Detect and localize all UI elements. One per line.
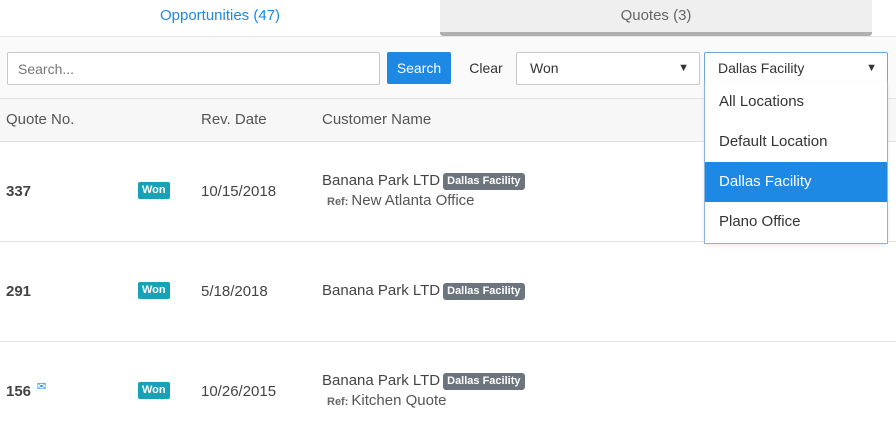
status-badge: Won xyxy=(138,182,170,199)
location-badge: Dallas Facility xyxy=(443,173,525,190)
customer-name: Banana Park LTD Dallas Facility xyxy=(322,372,525,390)
customer-link[interactable]: Banana Park LTD xyxy=(322,282,440,299)
tab-bar: Opportunities (47) Quotes (3) xyxy=(0,0,896,36)
customer-name: Banana Park LTD Dallas Facility xyxy=(322,282,525,300)
ref-value: Kitchen Quote xyxy=(351,392,447,409)
ref-label: Ref: xyxy=(327,196,349,208)
ref-value: New Atlanta Office xyxy=(351,192,475,209)
location-select[interactable]: Dallas Facility ▼ xyxy=(704,52,888,85)
location-badge: Dallas Facility xyxy=(443,373,525,390)
location-option-all[interactable]: All Locations xyxy=(705,82,887,122)
caret-down-icon: ▼ xyxy=(866,62,877,74)
reference: Ref: Kitchen Quote xyxy=(327,392,446,409)
tab-quotes[interactable]: Quotes (3) xyxy=(440,0,872,36)
ref-label: Ref: xyxy=(327,396,349,408)
customer-link[interactable]: Banana Park LTD xyxy=(322,172,440,189)
status-badge: Won xyxy=(138,282,170,299)
table-row[interactable]: 156 ✉ Won 10/26/2015 Banana Park LTD Dall… xyxy=(0,342,896,428)
rev-date: 5/18/2018 xyxy=(201,283,268,300)
quote-number[interactable]: 337 xyxy=(6,183,31,200)
table-row[interactable]: 291 Won 5/18/2018 Banana Park LTD Dallas … xyxy=(0,242,896,342)
column-customer-name[interactable]: Customer Name xyxy=(322,99,431,141)
tab-opportunities[interactable]: Opportunities (47) xyxy=(0,0,440,36)
search-input[interactable] xyxy=(7,52,380,85)
rev-date: 10/15/2018 xyxy=(201,183,277,200)
status-select-value: Won xyxy=(530,60,559,76)
search-button[interactable]: Search xyxy=(387,52,451,84)
caret-down-icon: ▼ xyxy=(678,62,689,74)
status-select[interactable]: Won ▼ xyxy=(516,52,700,85)
quote-number[interactable]: 156 xyxy=(6,383,31,400)
location-option-default[interactable]: Default Location xyxy=(705,122,887,162)
status-badge: Won xyxy=(138,382,170,399)
rev-date: 10/26/2015 xyxy=(201,383,277,400)
column-quote-no[interactable]: Quote No. xyxy=(6,99,74,141)
customer-link[interactable]: Banana Park LTD xyxy=(322,372,440,389)
location-option-plano[interactable]: Plano Office xyxy=(705,202,887,242)
customer-name: Banana Park LTD Dallas Facility xyxy=(322,172,525,190)
location-option-dallas[interactable]: Dallas Facility xyxy=(705,162,887,202)
location-badge: Dallas Facility xyxy=(443,283,525,300)
location-select-value: Dallas Facility xyxy=(718,60,805,76)
reference: Ref: New Atlanta Office xyxy=(327,192,475,209)
envelope-icon: ✉ xyxy=(37,381,47,393)
location-dropdown: All Locations Default Location Dallas Fa… xyxy=(704,82,888,244)
quote-number[interactable]: 291 xyxy=(6,283,31,300)
column-rev-date[interactable]: Rev. Date xyxy=(201,99,267,141)
clear-button[interactable]: Clear xyxy=(462,52,510,84)
